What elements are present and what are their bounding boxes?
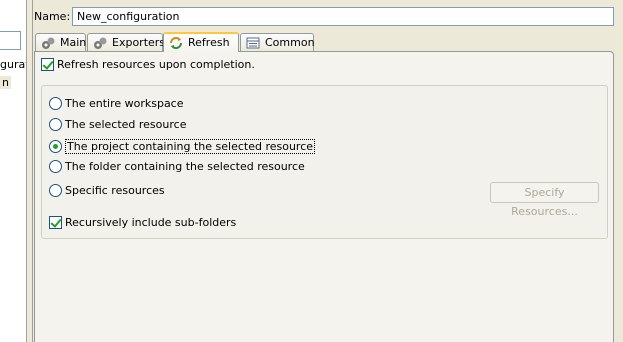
list-item-selected[interactable]: n <box>0 76 11 89</box>
name-label: Name: <box>34 10 71 23</box>
filter-input[interactable] <box>0 31 21 50</box>
configuration-list-panel: guratio n <box>0 0 27 342</box>
radio-button[interactable] <box>49 184 62 197</box>
tab-label: Refresh <box>188 36 230 49</box>
radio-folder-containing[interactable]: The folder containing the selected resou… <box>49 160 305 173</box>
radio-label: The folder containing the selected resou… <box>65 160 305 173</box>
radio-project-containing[interactable]: The project containing the selected reso… <box>49 139 316 154</box>
refresh-upon-completion-label: Refresh resources upon completion. <box>57 58 255 71</box>
radio-label: Specific resources <box>65 184 165 197</box>
tab-bar: Main Exporters Refresh Common <box>35 32 615 52</box>
tab-common[interactable]: Common <box>240 33 315 52</box>
tab-label: Main <box>60 36 87 49</box>
radio-button[interactable] <box>49 97 62 110</box>
tab-refresh[interactable]: Refresh <box>163 32 239 52</box>
radio-button[interactable] <box>49 118 62 131</box>
radio-selected-resource[interactable]: The selected resource <box>49 118 186 131</box>
refresh-icon <box>169 36 183 50</box>
main-icon <box>41 36 55 50</box>
radio-button[interactable] <box>49 160 62 173</box>
radio-entire-workspace[interactable]: The entire workspace <box>49 97 184 110</box>
radio-label: The project containing the selected reso… <box>65 139 316 154</box>
divider <box>32 0 33 342</box>
list-item[interactable]: guratio <box>0 58 26 71</box>
refresh-upon-completion-checkbox[interactable]: Refresh resources upon completion. <box>41 58 255 71</box>
name-input[interactable] <box>72 7 614 26</box>
recursive-label: Recursively include sub-folders <box>65 216 237 229</box>
tab-main[interactable]: Main <box>35 33 86 52</box>
tab-label: Common <box>265 36 315 49</box>
recursive-checkbox[interactable]: Recursively include sub-folders <box>49 216 236 229</box>
exporters-icon <box>93 36 107 50</box>
common-icon <box>246 36 260 50</box>
tab-exporters[interactable]: Exporters <box>87 33 166 52</box>
radio-label: The selected resource <box>65 118 187 131</box>
name-row: Name: <box>34 7 618 27</box>
radio-label: The entire workspace <box>65 97 184 110</box>
tab-label: Exporters <box>112 36 166 49</box>
radio-specific-resources[interactable]: Specific resources <box>49 184 165 197</box>
checkbox-checked[interactable] <box>49 216 62 229</box>
checkbox-checked[interactable] <box>41 58 54 71</box>
radio-button-checked[interactable] <box>49 140 62 153</box>
specify-resources-button[interactable]: Specify Resources... <box>490 182 599 218</box>
